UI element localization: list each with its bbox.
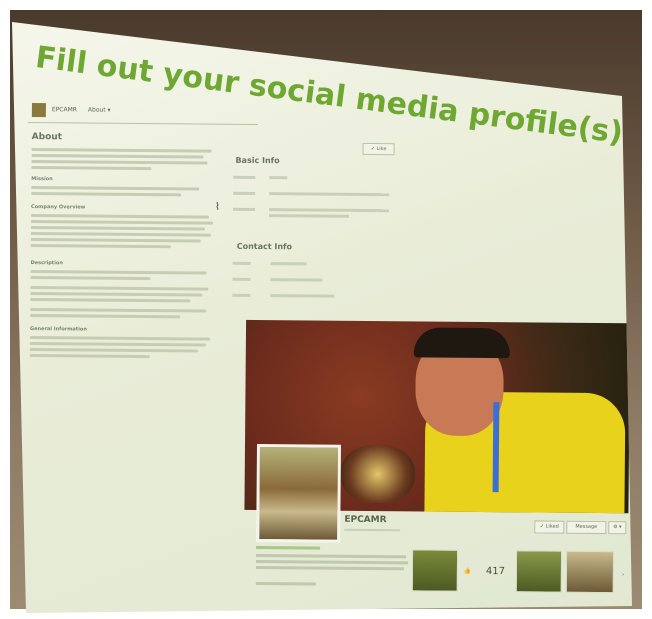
about-text-line [30,286,209,291]
mouse-cursor-icon: ⌇ [215,201,221,213]
about-link[interactable] [256,546,321,550]
facebook-page-name[interactable]: EPCAMR [52,106,77,113]
contact-info-key [232,277,251,281]
about-subheading-company-overview: Company Overview [31,204,86,211]
projected-slide: Fill out your social media profile(s) co… [12,22,632,613]
about-text-line [31,186,200,191]
facebook-top-bar: EPCAMR About ▾ [27,100,258,126]
about-text-line [30,308,207,313]
message-button[interactable]: Message [566,520,607,535]
liked-button[interactable]: ✓ Liked [534,520,565,534]
about-subheading-mission: Mission [31,176,53,183]
likes-count[interactable]: 417 [486,566,505,577]
about-subheading-description: Description [30,260,63,267]
page-summary-line [255,560,408,565]
page-header-name[interactable]: EPCAMR [344,515,386,525]
page-category [344,528,401,532]
about-text-line [31,154,204,159]
about-text-line [29,342,206,347]
chevron-right-icon[interactable]: › [622,571,624,578]
page-summary-line [256,554,407,559]
about-text-line [30,232,211,237]
basic-info-key [233,207,256,211]
profile-picture[interactable] [256,444,342,543]
app-thumbnail[interactable] [565,550,615,594]
contact-info-key [232,293,251,297]
basic-info-value [269,208,390,213]
app-thumbnail[interactable] [515,550,563,593]
about-text-line [30,220,213,225]
about-text-line [31,148,212,153]
about-text-line [29,336,210,341]
page-links-line[interactable] [255,582,316,586]
contact-info-value [270,294,335,298]
settings-button[interactable]: ⚙ ▾ [608,521,627,535]
turtle [340,444,416,504]
about-text-line [31,160,208,165]
photos-thumbnail[interactable] [411,549,459,592]
about-text-line [30,238,201,243]
facebook-page-screenshot: EPCAMR About ▾ About Mission Company Ove… [24,100,631,605]
basic-info-value [269,192,390,197]
about-text-line [29,354,150,359]
about-text-line [30,214,209,219]
like-thumb-icon: 👍 [463,567,472,575]
basic-info-key [233,191,256,195]
about-text-line [30,244,171,249]
contact-info-value [270,262,307,266]
basic-info-heading: Basic Info [235,155,280,166]
about-text-line [31,192,182,197]
person-lanyard [492,402,500,493]
about-text-line [29,348,198,353]
contact-info-key [232,261,251,265]
like-button[interactable]: ✓ Like [362,142,395,156]
basic-info-value [269,176,288,180]
about-heading: About [31,132,63,143]
facebook-page-logo [31,103,46,118]
contact-info-value [270,278,323,282]
about-text-line [30,314,181,319]
contact-info-heading: Contact Info [236,241,293,252]
about-text-line [31,166,152,171]
basic-info-value [268,214,350,218]
person-hat [413,327,511,359]
about-text-line [30,270,207,275]
about-text-line [30,226,205,231]
page-summary-line [255,566,404,571]
about-text-line [30,292,203,297]
tab-about[interactable]: About ▾ [88,107,111,114]
about-subheading-general-information: General Information [29,326,87,333]
basic-info-key [233,175,256,179]
about-text-line [30,276,151,281]
about-text-line [30,298,191,303]
